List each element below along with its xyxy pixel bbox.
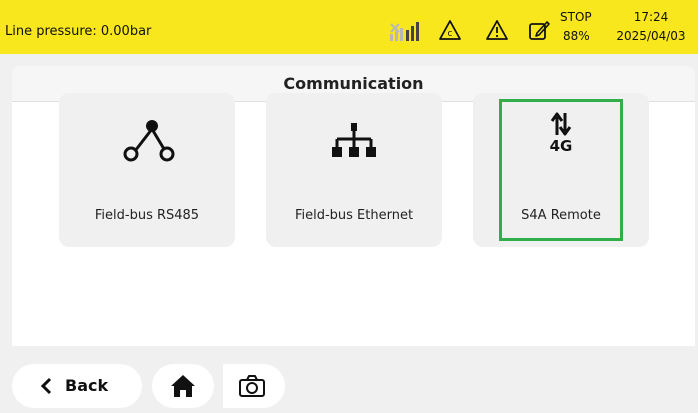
signal-icon: [390, 22, 419, 41]
page-title: Communication: [283, 74, 424, 93]
4g-transfer-icon: [550, 112, 572, 136]
home-icon: [171, 375, 195, 397]
tile-label-s4a: S4A Remote: [521, 208, 601, 223]
home-button[interactable]: [152, 364, 214, 408]
back-button[interactable]: Back: [12, 364, 142, 408]
line-pressure-text: Line pressure: 0.00bar: [5, 24, 152, 39]
camera-icon: [239, 375, 265, 397]
screenshot-button[interactable]: [223, 364, 285, 408]
tile-field-bus-ethernet[interactable]: Field-bus Ethernet: [266, 93, 442, 247]
chevron-left-icon: [40, 377, 52, 395]
c-warning-icon: c: [439, 20, 461, 40]
tile-label-ethernet: Field-bus Ethernet: [294, 208, 414, 223]
tile-field-bus-rs485[interactable]: Field-bus RS485: [59, 93, 235, 247]
mode-status: STOP 88%: [560, 8, 592, 46]
tile-s4a-remote[interactable]: 4G S4A Remote: [473, 93, 649, 247]
time-text: 17:24: [633, 10, 669, 24]
svg-text:c: c: [448, 29, 453, 39]
ethernet-network-icon: [332, 123, 376, 157]
rs485-network-icon: [123, 120, 175, 162]
warning-icon: [486, 20, 508, 40]
status-bar: Line pressure: 0.00bar c STOP 88% 17:24 …: [0, 0, 698, 54]
clock: 17:24 2025/04/03: [608, 8, 694, 46]
battery-percentage: 88%: [563, 29, 590, 43]
footer-bar: Back: [0, 352, 698, 413]
4g-label: 4G: [549, 137, 573, 155]
date-text: 2025/04/03: [616, 29, 686, 43]
tile-label-rs485: Field-bus RS485: [94, 208, 200, 223]
back-label: Back: [65, 376, 109, 395]
mode-text: STOP: [560, 10, 592, 24]
edit-icon: [529, 21, 550, 40]
